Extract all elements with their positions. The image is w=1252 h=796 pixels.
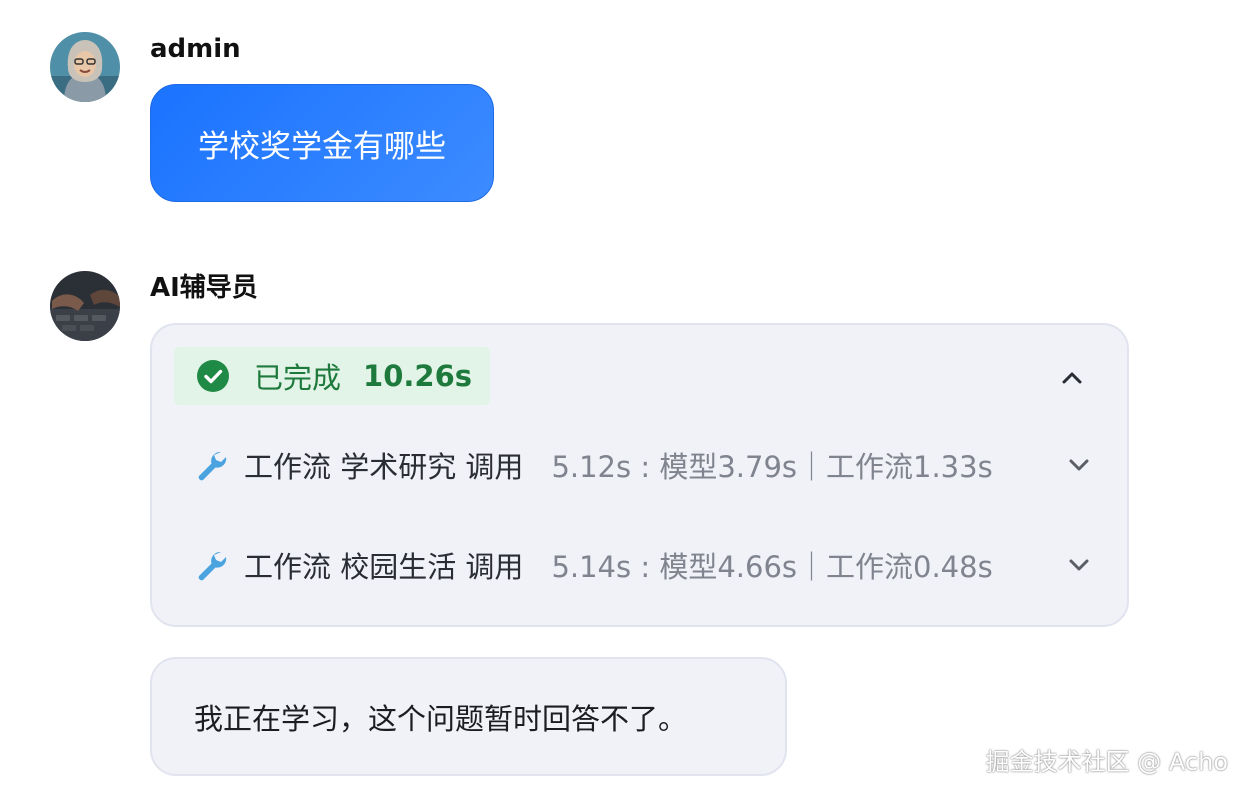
chevron-down-icon[interactable]: [1064, 550, 1094, 580]
chevron-up-icon[interactable]: [1057, 363, 1087, 393]
user-name: admin: [150, 34, 241, 64]
wrench-icon: [198, 451, 227, 481]
watermark: 掘金技术社区 @ Acho: [985, 748, 1228, 776]
chat-window: admin 学校奖学金有哪些 AI辅导员 已完成 10.26s 工作流 学术研究…: [0, 0, 1252, 796]
tool-call-name: 工作流 校园生活 调用: [244, 550, 524, 584]
tool-call-timing: 5.12s : 模型3.79s｜工作流1.33s: [551, 450, 993, 484]
status-label: 已完成: [254, 361, 342, 395]
tool-call-name: 工作流 学术研究 调用: [244, 450, 524, 484]
status-badge: 已完成 10.26s: [174, 347, 490, 405]
wrench-icon: [198, 551, 227, 581]
chevron-down-icon[interactable]: [1064, 450, 1094, 480]
tool-call-row[interactable]: 工作流 学术研究 调用 5.12s : 模型3.79s｜工作流1.33s: [194, 443, 1094, 487]
user-avatar: [50, 32, 120, 102]
user-message-bubble: 学校奖学金有哪些: [150, 84, 494, 202]
ai-avatar: [50, 271, 120, 341]
tool-call-row[interactable]: 工作流 校园生活 调用 5.14s : 模型4.66s｜工作流0.48s: [194, 543, 1094, 587]
ai-reply-text: 我正在学习，这个问题暂时回答不了。: [194, 701, 688, 736]
status-time: 10.26s: [363, 359, 473, 393]
tool-call-timing: 5.14s : 模型4.66s｜工作流0.48s: [551, 550, 993, 584]
check-circle-icon: [197, 360, 229, 392]
ai-reply-bubble: 我正在学习，这个问题暂时回答不了。: [150, 657, 787, 776]
user-message-text: 学校奖学金有哪些: [198, 128, 446, 165]
tool-call-card: 已完成 10.26s 工作流 学术研究 调用 5.12s : 模型3.79s｜工…: [150, 323, 1129, 627]
ai-name: AI辅导员: [150, 273, 258, 303]
